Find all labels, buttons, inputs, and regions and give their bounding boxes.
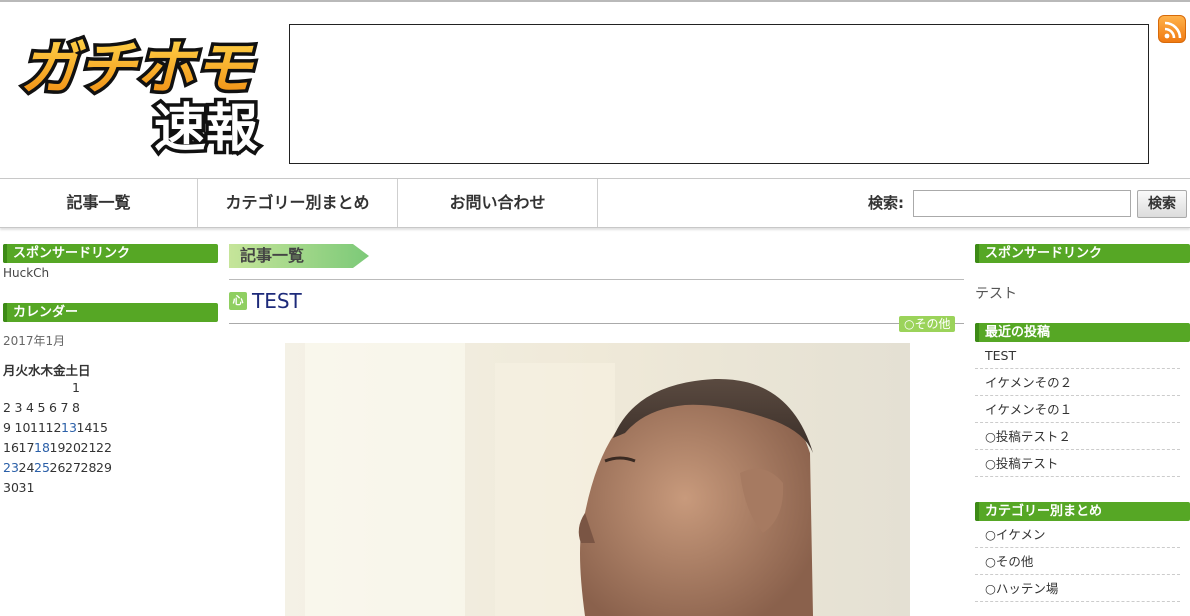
calendar-day[interactable]: 23	[3, 460, 19, 475]
category-item[interactable]: ○イケメン	[975, 521, 1180, 548]
calendar-day: 20	[65, 440, 81, 455]
calendar-heading: カレンダー	[3, 303, 218, 322]
logo-text-line2: 速報	[154, 99, 258, 159]
nav-item-contact[interactable]: お問い合わせ	[398, 179, 598, 227]
site-logo[interactable]: ガチホモ 速報	[14, 18, 272, 163]
search-label: 検索:	[868, 194, 904, 212]
rss-icon	[1164, 21, 1182, 39]
calendar-day: 9	[3, 420, 11, 435]
calendar-day: 5	[37, 400, 46, 415]
calendar-day: 1	[72, 380, 80, 395]
calendar-day[interactable]: 13	[61, 420, 77, 435]
calendar-day: 17	[18, 440, 35, 455]
calendar-day: 16	[3, 440, 19, 455]
site-header: ガチホモ 速報	[0, 2, 1190, 178]
calendar-day: 10	[14, 420, 31, 435]
post-thumbnail-image[interactable]	[285, 343, 910, 616]
calendar-day: 22	[96, 440, 112, 455]
section-title-banner: 記事一覧	[229, 244, 369, 268]
calendar-day: 28	[80, 460, 97, 475]
calendar-day[interactable]: 25	[34, 460, 50, 475]
calendar-day: 7	[60, 400, 69, 415]
calendar-day: 29	[96, 460, 112, 475]
logo-text-line1: ガチホモ	[20, 34, 254, 102]
calendar-day[interactable]: 18	[34, 440, 50, 455]
category-summary-heading: カテゴリー別まとめ	[975, 502, 1190, 521]
category-list: ○イケメン ○その他 ○ハッテン場	[975, 521, 1180, 602]
calendar-weekdays: 月火水木金土日	[3, 363, 91, 378]
calendar-day: 26	[49, 460, 66, 475]
recent-post-item[interactable]: イケメンその１	[975, 396, 1180, 423]
calendar-day: 27	[65, 460, 81, 475]
rss-feed-button[interactable]	[1158, 15, 1186, 43]
post-heart-icon: 心	[229, 292, 247, 310]
divider	[229, 279, 964, 280]
calendar-day: 3	[14, 400, 23, 415]
logo-image: ガチホモ 速報	[17, 31, 262, 163]
post-title-link[interactable]: TEST	[252, 289, 302, 313]
category-item[interactable]: ○その他	[975, 548, 1180, 575]
recent-posts-heading: 最近の投稿	[975, 323, 1190, 342]
right-sponsor-text: テスト	[975, 286, 1017, 302]
calendar-day: 24	[18, 460, 35, 475]
recent-post-item[interactable]: イケメンその２	[975, 369, 1180, 396]
calendar-day: 19	[49, 440, 66, 455]
category-item[interactable]: ○ハッテン場	[975, 575, 1180, 602]
nav-item-category-summary[interactable]: カテゴリー別まとめ	[198, 179, 398, 227]
calendar-day: 15	[92, 420, 108, 435]
recent-post-item[interactable]: TEST	[975, 342, 1180, 369]
calendar-day: 12	[45, 420, 62, 435]
calendar-day: 8	[72, 400, 80, 415]
calendar-day: 30	[3, 480, 19, 495]
search-input[interactable]	[913, 190, 1131, 217]
recent-posts-list: TEST イケメンその２ イケメンその１ ○投稿テスト２ ○投稿テスト	[975, 342, 1180, 477]
search-button[interactable]: 検索	[1137, 190, 1187, 218]
calendar-caption: 2017年1月	[3, 334, 66, 348]
recent-post-item[interactable]: ○投稿テスト２	[975, 423, 1180, 450]
calendar-day: 2	[3, 400, 11, 415]
section-title: 記事一覧	[240, 246, 305, 265]
left-sponsor-heading: スポンサードリンク	[3, 244, 218, 263]
calendar-day: 14	[76, 420, 93, 435]
recent-post-item[interactable]: ○投稿テスト	[975, 450, 1180, 477]
nav-item-article-list[interactable]: 記事一覧	[0, 179, 198, 227]
calendar-day: 6	[49, 400, 57, 415]
calendar-day: 31	[18, 480, 35, 495]
calendar-day: 11	[30, 420, 46, 435]
post-category-tag[interactable]: ○その他	[899, 316, 956, 332]
post-divider	[229, 323, 964, 324]
calendar-day: 21	[80, 440, 97, 455]
calendar-day: 4	[26, 400, 34, 415]
left-sponsor-text: HuckCh	[3, 266, 50, 280]
main-navigation: 記事一覧 カテゴリー別まとめ お問い合わせ 検索: 検索	[0, 178, 1190, 228]
right-sponsor-heading: スポンサードリンク	[975, 244, 1190, 263]
portrait-photo	[285, 343, 910, 616]
header-ad-banner[interactable]	[289, 24, 1149, 164]
